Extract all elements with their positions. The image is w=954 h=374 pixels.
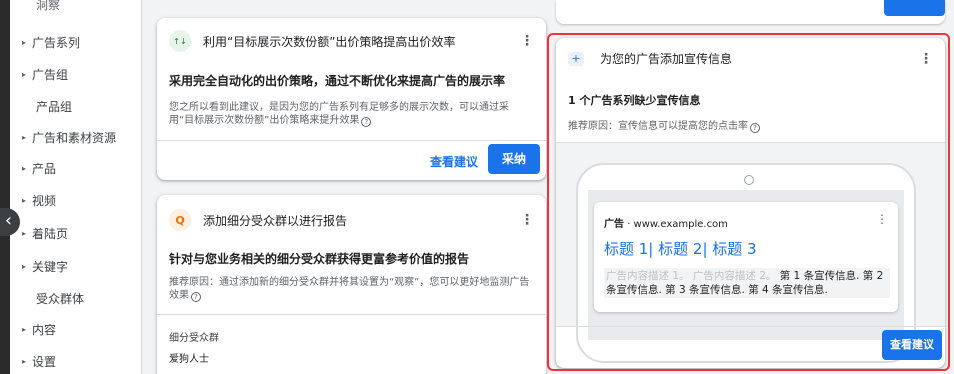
recommendation-card-audience: Q 添加细分受众群以进行报告 ⋮ 针对与您业务相关的细分受众群获得更富参考价值的… bbox=[157, 195, 546, 374]
left-rail bbox=[0, 0, 10, 374]
card-header: ↑↓ 利用“目标展示次数份额”出价策略提高出价效率 ⋮ bbox=[169, 30, 534, 52]
chevron-right-icon: ▸ bbox=[21, 37, 26, 47]
card-header: Q 添加细分受众群以进行报告 ⋮ bbox=[169, 209, 534, 231]
chevron-right-icon: ▸ bbox=[21, 163, 26, 173]
sidebar-item-keywords[interactable]: ▸ 关键字 bbox=[10, 254, 142, 278]
sidebar-item-product-groups[interactable]: 产品组 bbox=[10, 94, 142, 118]
chevron-right-icon: ▸ bbox=[21, 195, 26, 205]
card-title: 利用“目标展示次数份额”出价策略提高出价效率 bbox=[203, 34, 456, 49]
segment-value: 爱狗人士 bbox=[169, 354, 209, 365]
sidebar-item-insights[interactable]: 洞察 bbox=[10, 0, 142, 16]
segment-column-header: 细分受众群 bbox=[169, 333, 219, 344]
chevron-right-icon: ▸ bbox=[21, 324, 26, 334]
apply-button[interactable]: 采纳 bbox=[488, 144, 540, 174]
sidebar-item-ads-assets[interactable]: ▸ 广告和素材资源 bbox=[10, 125, 142, 149]
more-vert-icon[interactable]: ⋮ bbox=[520, 212, 534, 228]
sidebar-item-content[interactable]: ▸ 内容 bbox=[10, 317, 142, 341]
search-icon: Q bbox=[169, 209, 191, 231]
card-headline: 针对与您业务相关的细分受众群获得更富参考价值的报告 bbox=[169, 252, 470, 266]
sidebar-item-products[interactable]: ▸ 产品 bbox=[10, 156, 142, 180]
divider bbox=[157, 140, 546, 141]
card-reason: 推荐原因：通过添加新的细分受众群并将其设置为“观察”，您可以更好地监测广告效果? bbox=[169, 277, 530, 302]
view-recommendation-button[interactable]: 查看建议 bbox=[430, 153, 478, 170]
card-title: 添加细分受众群以进行报告 bbox=[203, 213, 348, 228]
card-headline: 采用完全自动化的出价策略，通过不断优化来提高广告的展示率 bbox=[169, 74, 506, 88]
chevron-right-icon: ▸ bbox=[21, 261, 26, 271]
chevron-left-icon: ‹ bbox=[4, 210, 13, 231]
more-vert-icon[interactable]: ⋮ bbox=[520, 33, 534, 49]
recommendation-card-bidding: ↑↓ 利用“目标展示次数份额”出价策略提高出价效率 ⋮ 采用完全自动化的出价策略… bbox=[157, 18, 546, 180]
divider bbox=[157, 314, 546, 315]
chevron-right-icon: ▸ bbox=[21, 132, 26, 142]
trend-up-icon: ↑↓ bbox=[169, 30, 191, 52]
help-icon[interactable]: ? bbox=[361, 117, 372, 127]
sidebar-item-videos[interactable]: ▸ 视频 bbox=[10, 188, 142, 212]
help-icon[interactable]: ? bbox=[191, 292, 201, 302]
card-reason: 您之所以看到此建议，是因为您的广告系列有足够多的展示次数，可以通过采用“目标展示… bbox=[169, 102, 509, 127]
recommendation-card-partial bbox=[556, 0, 945, 24]
chevron-right-icon: ▸ bbox=[21, 69, 26, 79]
sidebar-item-settings[interactable]: ▸ 设置 bbox=[10, 349, 142, 373]
sidebar-nav: 洞察 ▸ 广告系列 ▸ 广告组 产品组 ▸ 广告和素材资源 ▸ 产品 ▸ 视频 ▸ 着陆页 … bbox=[10, 0, 142, 374]
sidebar-item-ad-groups[interactable]: ▸ 广告组 bbox=[10, 62, 142, 86]
sidebar-item-campaigns[interactable]: ▸ 广告系列 bbox=[10, 30, 142, 54]
chevron-right-icon: ▸ bbox=[21, 356, 26, 366]
partial-primary-button[interactable] bbox=[884, 0, 945, 16]
highlight-frame bbox=[547, 33, 950, 371]
sidebar-item-audiences[interactable]: 受众群体 bbox=[10, 286, 142, 310]
sidebar-item-landing-pages[interactable]: ▸ 着陆页 bbox=[10, 221, 142, 245]
